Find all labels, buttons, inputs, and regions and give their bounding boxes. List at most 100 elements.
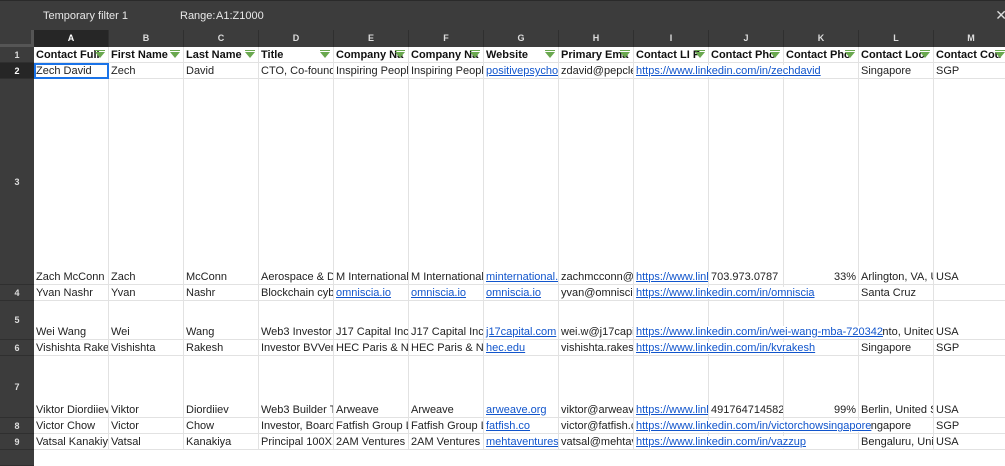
cell-c7[interactable]: Diordiiev bbox=[184, 356, 259, 418]
column-header-g[interactable]: G bbox=[484, 30, 559, 47]
cell-i4[interactable]: https://www.linkedin.com/in/omniscia bbox=[634, 285, 815, 301]
cell-m5[interactable]: USA bbox=[934, 301, 1005, 340]
select-all-corner[interactable] bbox=[0, 30, 34, 47]
cell-d7[interactable]: Web3 Builder To bbox=[259, 356, 334, 418]
cell-b4[interactable]: Yvan bbox=[109, 285, 184, 301]
cell-m7[interactable]: USA bbox=[934, 356, 1005, 418]
cell-i2[interactable]: https://www.linkedin.com/in/zechdavid bbox=[634, 63, 821, 79]
row-header-4[interactable]: 4 bbox=[0, 285, 34, 301]
cell-h8[interactable]: victor@fatfish.co bbox=[559, 418, 634, 434]
cell-g3[interactable]: minternational.co bbox=[484, 79, 559, 285]
filter-icon[interactable] bbox=[845, 50, 855, 58]
header-cell-e[interactable]: Company Na bbox=[334, 47, 409, 63]
column-header-k[interactable]: K bbox=[784, 30, 859, 47]
filter-icon[interactable] bbox=[620, 50, 630, 58]
cell-m9[interactable]: USA bbox=[934, 434, 1005, 450]
cell-link[interactable]: https://www.linke bbox=[636, 271, 708, 283]
cell-l4[interactable]: Santa Cruz bbox=[859, 285, 934, 301]
cell-d5[interactable]: Web3 Investor bbox=[259, 301, 334, 340]
cell-a4[interactable]: Yvan Nashr bbox=[34, 285, 109, 301]
filter-icon[interactable] bbox=[170, 50, 180, 58]
filter-icon[interactable] bbox=[545, 50, 555, 58]
cell-i7[interactable]: https://www.linke bbox=[634, 356, 709, 418]
cell-a9[interactable]: Vatsal Kanakiya bbox=[34, 434, 109, 450]
cell-link[interactable]: arweave.org bbox=[486, 404, 547, 416]
cell-link[interactable]: https://www.linkedin.com/in/vazzup bbox=[636, 436, 806, 448]
filter-icon[interactable] bbox=[920, 50, 930, 58]
cell-a6[interactable]: Vishishta Rakesh bbox=[34, 340, 109, 356]
cell-e7[interactable]: Arweave bbox=[334, 356, 409, 418]
cell-f2[interactable]: Inspiring People bbox=[409, 63, 484, 79]
cell-m4[interactable] bbox=[934, 285, 1005, 301]
cell-h5[interactable]: wei.w@j17capita bbox=[559, 301, 634, 340]
cell-link[interactable]: https://www.linkedin.com/in/wei-wang-mba… bbox=[636, 326, 884, 338]
cell-h9[interactable]: vatsal@mehtave bbox=[559, 434, 634, 450]
row-header-8[interactable]: 8 bbox=[0, 418, 34, 434]
header-cell-a[interactable]: Contact Full bbox=[34, 47, 109, 63]
cell-e8[interactable]: Fatfish Group Lin bbox=[334, 418, 409, 434]
row-header-1[interactable]: 1 bbox=[0, 47, 34, 63]
cell-g6[interactable]: hec.edu bbox=[484, 340, 559, 356]
column-header-i[interactable]: I bbox=[634, 30, 709, 47]
cell-m8[interactable]: SGP bbox=[934, 418, 1005, 434]
cell-h2[interactable]: zdavid@pepclev bbox=[559, 63, 634, 79]
cell-g9[interactable]: mehtaventures.c bbox=[484, 434, 559, 450]
cell-g2[interactable]: positivepsycholo bbox=[484, 63, 559, 79]
close-icon[interactable]: ✕ bbox=[995, 7, 1005, 24]
header-cell-k[interactable]: Contact Pho bbox=[784, 47, 859, 63]
cell-m2[interactable]: SGP bbox=[934, 63, 1005, 79]
header-cell-f[interactable]: Company Na bbox=[409, 47, 484, 63]
cell-c6[interactable]: Rakesh bbox=[184, 340, 259, 356]
cell-m3[interactable]: USA bbox=[934, 79, 1005, 285]
cell-d4[interactable]: Blockchain cybe bbox=[259, 285, 334, 301]
cell-f5[interactable]: J17 Capital Inc. bbox=[409, 301, 484, 340]
filter-icon[interactable] bbox=[770, 50, 780, 58]
header-cell-c[interactable]: Last Name bbox=[184, 47, 259, 63]
cell-i6[interactable]: https://www.linkedin.com/in/kvrakesh bbox=[634, 340, 816, 356]
cell-k3[interactable]: 33% bbox=[784, 79, 859, 285]
cell-g4[interactable]: omniscia.io bbox=[484, 285, 559, 301]
filter-name[interactable]: Temporary filter 1 bbox=[43, 10, 128, 22]
cell-h7[interactable]: viktor@arweave bbox=[559, 356, 634, 418]
cell-d9[interactable]: Principal 100X.V bbox=[259, 434, 334, 450]
cell-i3[interactable]: https://www.linke bbox=[634, 79, 709, 285]
cell-m6[interactable]: SGP bbox=[934, 340, 1005, 356]
cell-b3[interactable]: Zach bbox=[109, 79, 184, 285]
cell-link[interactable]: minternational.co bbox=[486, 271, 558, 283]
cell-f3[interactable]: M International I bbox=[409, 79, 484, 285]
cell-c5[interactable]: Wang bbox=[184, 301, 259, 340]
header-cell-b[interactable]: First Name bbox=[109, 47, 184, 63]
cell-link[interactable]: j17capital.com bbox=[486, 326, 556, 338]
cell-e3[interactable]: M International I bbox=[334, 79, 409, 285]
cell-h3[interactable]: zachmcconn@m bbox=[559, 79, 634, 285]
column-header-a[interactable]: A bbox=[34, 30, 109, 47]
cell-b7[interactable]: Viktor bbox=[109, 356, 184, 418]
cell-e6[interactable]: HEC Paris & NU bbox=[334, 340, 409, 356]
column-header-d[interactable]: D bbox=[259, 30, 334, 47]
cell-f7[interactable]: Arweave bbox=[409, 356, 484, 418]
cell-a3[interactable]: Zach McConn bbox=[34, 79, 109, 285]
header-cell-l[interactable]: Contact Loc bbox=[859, 47, 934, 63]
cell-link[interactable]: hec.edu bbox=[486, 342, 525, 354]
cell-link[interactable]: https://www.linkedin.com/in/kvrakesh bbox=[636, 342, 816, 354]
header-cell-h[interactable]: Primary Ema bbox=[559, 47, 634, 63]
cell-link[interactable]: mehtaventures.c bbox=[486, 436, 558, 448]
cell-e2[interactable]: Inspiring People bbox=[334, 63, 409, 79]
cell-e5[interactable]: J17 Capital Inc. bbox=[334, 301, 409, 340]
header-cell-g[interactable]: Website bbox=[484, 47, 559, 63]
row-header-partial[interactable] bbox=[0, 450, 34, 466]
filter-icon[interactable] bbox=[470, 50, 480, 58]
cell-c3[interactable]: McConn bbox=[184, 79, 259, 285]
row-header-9[interactable]: 9 bbox=[0, 434, 34, 450]
cell-l2[interactable]: Singapore bbox=[859, 63, 934, 79]
filter-icon[interactable] bbox=[995, 50, 1005, 58]
cell-e9[interactable]: 2AM Ventures & bbox=[334, 434, 409, 450]
cell-b9[interactable]: Vatsal bbox=[109, 434, 184, 450]
column-header-h[interactable]: H bbox=[559, 30, 634, 47]
cell-d6[interactable]: Investor BVVentu bbox=[259, 340, 334, 356]
cell-f6[interactable]: HEC Paris & NU bbox=[409, 340, 484, 356]
cell-f8[interactable]: Fatfish Group Lin bbox=[409, 418, 484, 434]
cell-link[interactable]: https://www.linkedin.com/in/omniscia bbox=[636, 287, 815, 299]
cell-l9[interactable]: Bengaluru, Unite bbox=[859, 434, 934, 450]
cell-b2[interactable]: Zech bbox=[109, 63, 184, 79]
